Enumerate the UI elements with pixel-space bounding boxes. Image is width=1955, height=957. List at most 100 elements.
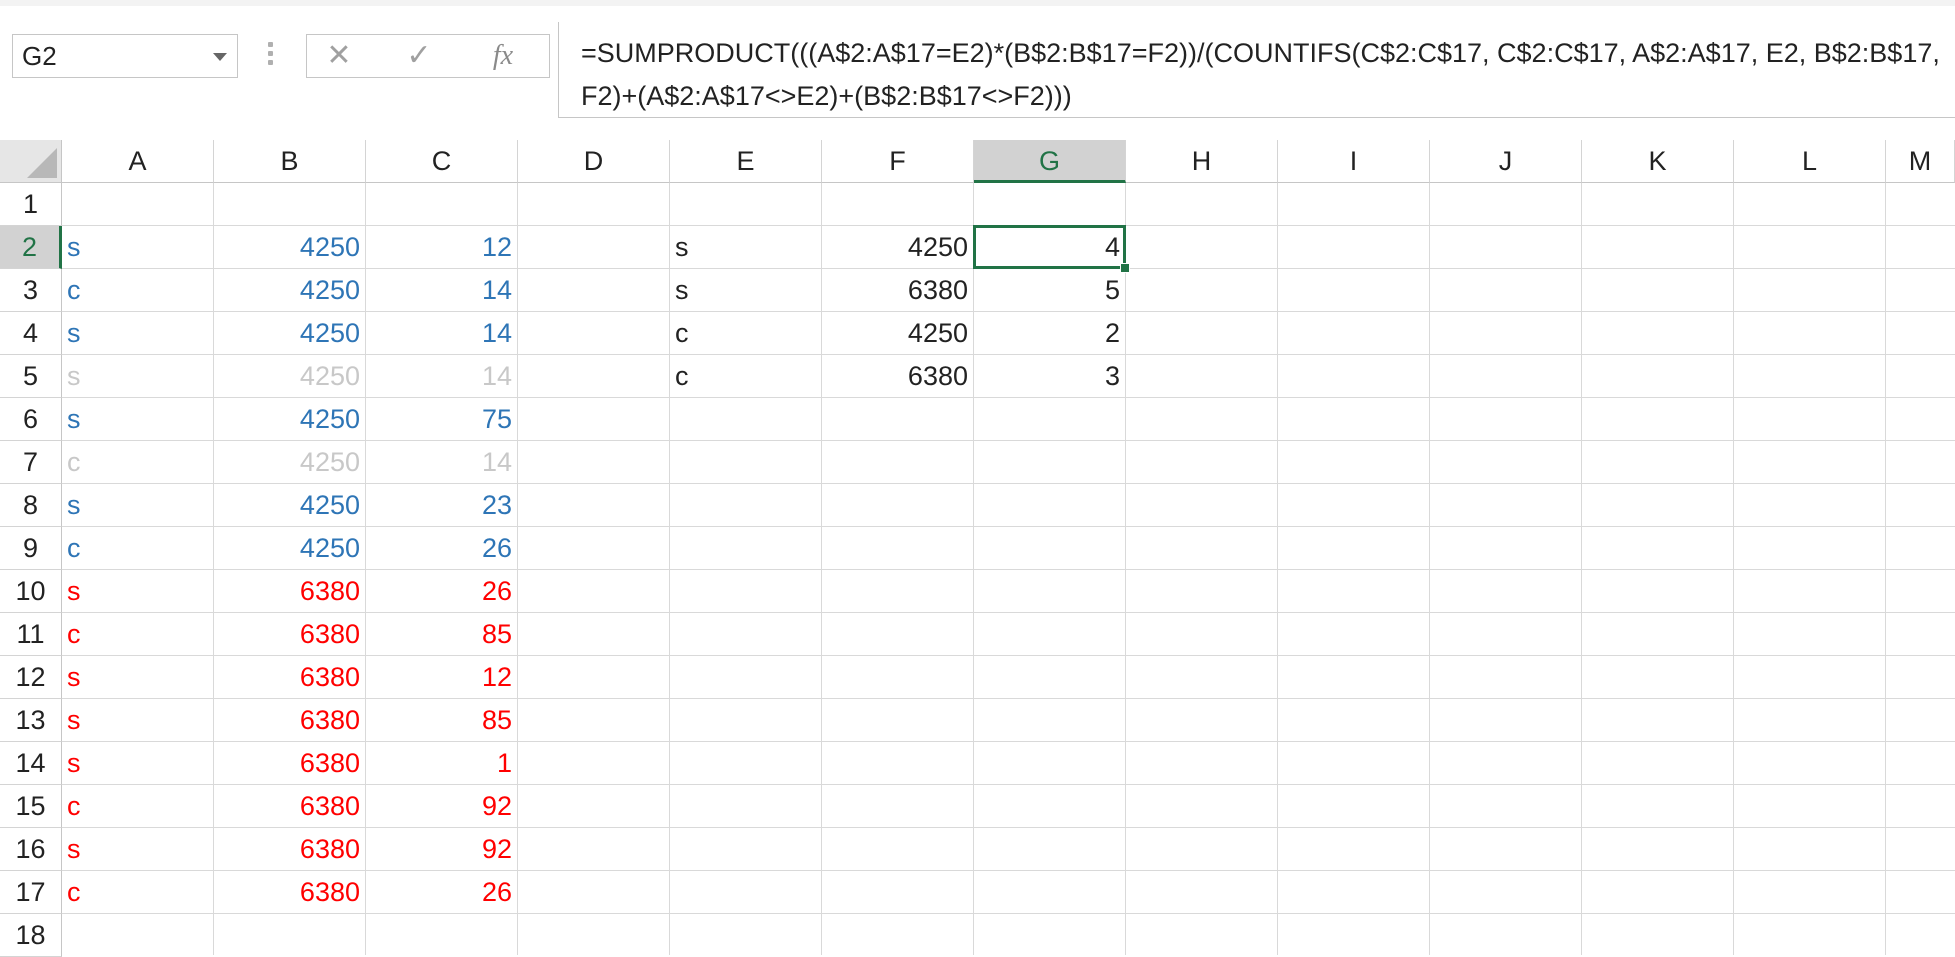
cell-c17[interactable]: 26 <box>366 871 518 914</box>
row-header-3[interactable]: 3 <box>0 269 62 312</box>
row-header-7[interactable]: 7 <box>0 441 62 484</box>
cell-b3[interactable]: 4250 <box>214 269 366 312</box>
row-header-13[interactable]: 13 <box>0 699 62 742</box>
cell-a4[interactable]: s <box>62 312 214 355</box>
cell-c5[interactable]: 14 <box>366 355 518 398</box>
close-x-icon[interactable]: ✕ <box>309 35 369 77</box>
cell-b7[interactable]: 4250 <box>214 441 366 484</box>
cell-b15[interactable]: 6380 <box>214 785 366 828</box>
cell-c7[interactable]: 14 <box>366 441 518 484</box>
cell-a3[interactable]: c <box>62 269 214 312</box>
cell-a16[interactable]: s <box>62 828 214 871</box>
cell-b9[interactable]: 4250 <box>214 527 366 570</box>
cell-c2[interactable]: 12 <box>366 226 518 269</box>
insert-function-button[interactable]: fx <box>473 35 533 77</box>
row-header-17[interactable]: 17 <box>0 871 62 914</box>
column-header-h[interactable]: H <box>1126 140 1278 183</box>
row-header-5[interactable]: 5 <box>0 355 62 398</box>
cell-a5[interactable]: s <box>62 355 214 398</box>
cell-b5[interactable]: 4250 <box>214 355 366 398</box>
column-header-k[interactable]: K <box>1582 140 1734 183</box>
cell-c9[interactable]: 26 <box>366 527 518 570</box>
cell-f4[interactable]: 4250 <box>822 312 974 355</box>
cell-c8[interactable]: 23 <box>366 484 518 527</box>
row-header-16[interactable]: 16 <box>0 828 62 871</box>
cell-c13[interactable]: 85 <box>366 699 518 742</box>
row-header-8[interactable]: 8 <box>0 484 62 527</box>
cell-b16[interactable]: 6380 <box>214 828 366 871</box>
row-header-12[interactable]: 12 <box>0 656 62 699</box>
cell-a9[interactable]: c <box>62 527 214 570</box>
cell-c11[interactable]: 85 <box>366 613 518 656</box>
cell-c12[interactable]: 12 <box>366 656 518 699</box>
cell-b13[interactable]: 6380 <box>214 699 366 742</box>
cell-e2[interactable]: s <box>670 226 822 269</box>
column-header-f[interactable]: F <box>822 140 974 183</box>
cell-a6[interactable]: s <box>62 398 214 441</box>
row-header-1[interactable]: 1 <box>0 183 62 226</box>
column-header-m[interactable]: M <box>1886 140 1955 183</box>
cell-g4[interactable]: 2 <box>974 312 1126 355</box>
column-header-d[interactable]: D <box>518 140 670 183</box>
checkmark-icon[interactable]: ✓ <box>389 35 449 77</box>
cell-b6[interactable]: 4250 <box>214 398 366 441</box>
cell-b4[interactable]: 4250 <box>214 312 366 355</box>
cell-b14[interactable]: 6380 <box>214 742 366 785</box>
cell-c10[interactable]: 26 <box>366 570 518 613</box>
name-box[interactable]: G2 <box>12 34 238 78</box>
cell-c3[interactable]: 14 <box>366 269 518 312</box>
cell-g2[interactable]: 4 <box>974 226 1126 269</box>
cell-b8[interactable]: 4250 <box>214 484 366 527</box>
cell-a11[interactable]: c <box>62 613 214 656</box>
row-header-11[interactable]: 11 <box>0 613 62 656</box>
cell-a14[interactable]: s <box>62 742 214 785</box>
cell-e3[interactable]: s <box>670 269 822 312</box>
formula-input[interactable]: =SUMPRODUCT(((A$2:A$17=E2)*(B$2:B$17=F2)… <box>558 22 1955 118</box>
cell-c16[interactable]: 92 <box>366 828 518 871</box>
fill-handle[interactable] <box>1120 263 1130 273</box>
cell-g5[interactable]: 3 <box>974 355 1126 398</box>
cell-a17[interactable]: c <box>62 871 214 914</box>
cell-b12[interactable]: 6380 <box>214 656 366 699</box>
column-header-c[interactable]: C <box>366 140 518 183</box>
cell-c6[interactable]: 75 <box>366 398 518 441</box>
cell-b10[interactable]: 6380 <box>214 570 366 613</box>
chevron-down-icon[interactable] <box>213 53 227 61</box>
cell-f2[interactable]: 4250 <box>822 226 974 269</box>
row-header-18[interactable]: 18 <box>0 914 62 957</box>
cell-b11[interactable]: 6380 <box>214 613 366 656</box>
cell-a15[interactable]: c <box>62 785 214 828</box>
cell-c4[interactable]: 14 <box>366 312 518 355</box>
cell-b17[interactable]: 6380 <box>214 871 366 914</box>
row-header-10[interactable]: 10 <box>0 570 62 613</box>
cell-a7[interactable]: c <box>62 441 214 484</box>
row-header-9[interactable]: 9 <box>0 527 62 570</box>
cell-a8[interactable]: s <box>62 484 214 527</box>
column-header-i[interactable]: I <box>1278 140 1430 183</box>
cell-e5[interactable]: c <box>670 355 822 398</box>
drag-handle-icon[interactable] <box>266 38 274 72</box>
cell-f3[interactable]: 6380 <box>822 269 974 312</box>
cell-g3[interactable]: 5 <box>974 269 1126 312</box>
column-header-e[interactable]: E <box>670 140 822 183</box>
row-header-2[interactable]: 2 <box>0 226 62 269</box>
row-header-4[interactable]: 4 <box>0 312 62 355</box>
column-header-b[interactable]: B <box>214 140 366 183</box>
select-all-button[interactable] <box>0 140 62 183</box>
cell-c15[interactable]: 92 <box>366 785 518 828</box>
cell-a2[interactable]: s <box>62 226 214 269</box>
cell-f5[interactable]: 6380 <box>822 355 974 398</box>
column-header-j[interactable]: J <box>1430 140 1582 183</box>
column-header-g[interactable]: G <box>974 140 1126 183</box>
cell-a12[interactable]: s <box>62 656 214 699</box>
cell-b2[interactable]: 4250 <box>214 226 366 269</box>
cell-c14[interactable]: 1 <box>366 742 518 785</box>
cell-a10[interactable]: s <box>62 570 214 613</box>
cell-a13[interactable]: s <box>62 699 214 742</box>
row-header-15[interactable]: 15 <box>0 785 62 828</box>
column-header-l[interactable]: L <box>1734 140 1886 183</box>
row-header-6[interactable]: 6 <box>0 398 62 441</box>
cell-e4[interactable]: c <box>670 312 822 355</box>
row-header-14[interactable]: 14 <box>0 742 62 785</box>
column-header-a[interactable]: A <box>62 140 214 183</box>
